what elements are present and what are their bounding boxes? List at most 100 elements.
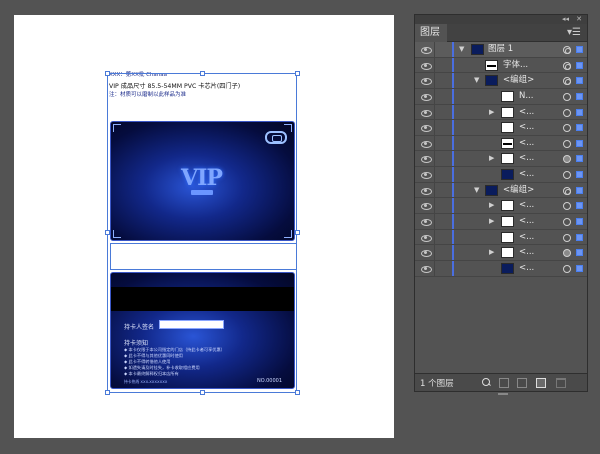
selection-indicator[interactable] xyxy=(576,171,583,179)
target-circle-icon[interactable] xyxy=(563,108,571,117)
lock-column[interactable] xyxy=(434,229,435,245)
resize-handle[interactable] xyxy=(105,71,110,76)
lock-column[interactable] xyxy=(434,167,435,182)
visibility-eye-icon[interactable] xyxy=(420,153,432,164)
lock-column[interactable] xyxy=(434,151,435,167)
target-circle-icon[interactable] xyxy=(563,139,571,148)
panel-menu-icon[interactable]: ▾☰ xyxy=(567,25,581,41)
layer-name[interactable]: N... xyxy=(519,90,533,103)
selection-indicator[interactable] xyxy=(576,202,583,210)
lock-column[interactable] xyxy=(434,135,435,151)
delete-layer-icon[interactable] xyxy=(556,378,566,388)
target-circle-icon[interactable] xyxy=(563,92,571,101)
locate-object-icon[interactable] xyxy=(481,378,491,388)
lock-column[interactable] xyxy=(434,198,435,214)
visibility-eye-icon[interactable] xyxy=(420,44,432,55)
lock-column[interactable] xyxy=(434,260,435,276)
layer-row[interactable]: ▼ 图层 1 xyxy=(415,42,587,58)
visibility-eye-icon[interactable] xyxy=(420,216,432,227)
lock-column[interactable] xyxy=(434,214,435,229)
layer-row[interactable]: <... xyxy=(415,135,587,152)
tab-layers[interactable]: 图层 xyxy=(415,24,447,42)
lock-column[interactable] xyxy=(434,120,435,135)
resize-handle[interactable] xyxy=(295,230,300,235)
selection-indicator[interactable] xyxy=(576,186,583,194)
layer-row[interactable]: 字体... xyxy=(415,57,587,74)
layer-name[interactable]: <... xyxy=(519,199,534,212)
create-new-layer-icon[interactable] xyxy=(536,378,546,388)
close-panel-icon[interactable]: ✕ xyxy=(576,15,582,24)
lock-column[interactable] xyxy=(434,42,435,57)
visibility-eye-icon[interactable] xyxy=(420,169,432,180)
selection-indicator[interactable] xyxy=(576,264,583,272)
resize-handle[interactable] xyxy=(200,390,205,395)
target-circle-icon[interactable] xyxy=(563,233,571,242)
target-circle-icon[interactable] xyxy=(563,61,571,70)
expand-arrow-icon[interactable]: ▶ xyxy=(489,108,494,116)
layer-row[interactable]: <... xyxy=(415,167,587,183)
visibility-eye-icon[interactable] xyxy=(420,263,432,274)
layer-row[interactable]: ▼ <编组> xyxy=(415,73,587,89)
expand-arrow-icon[interactable]: ▼ xyxy=(459,45,464,53)
selection-indicator[interactable] xyxy=(576,249,583,257)
layer-row[interactable]: ▶ <... xyxy=(415,245,587,261)
visibility-eye-icon[interactable] xyxy=(420,185,432,196)
create-sublayer-icon[interactable] xyxy=(517,378,527,388)
selection-indicator[interactable] xyxy=(576,124,583,132)
visibility-eye-icon[interactable] xyxy=(420,200,432,211)
target-circle-icon[interactable] xyxy=(563,186,571,195)
selection-indicator[interactable] xyxy=(576,77,583,85)
target-circle-icon[interactable] xyxy=(563,202,571,211)
lock-column[interactable] xyxy=(434,57,435,73)
layer-row[interactable]: <... xyxy=(415,120,587,136)
target-circle-icon[interactable] xyxy=(563,46,571,54)
visibility-eye-icon[interactable] xyxy=(420,75,432,86)
layer-name[interactable]: <... xyxy=(519,246,534,259)
layer-name[interactable]: 字体... xyxy=(503,59,528,72)
layer-row[interactable]: <... xyxy=(415,229,587,246)
visibility-eye-icon[interactable] xyxy=(420,60,432,71)
selection-indicator[interactable] xyxy=(576,108,583,116)
layer-name[interactable]: <编组> xyxy=(503,184,534,197)
layer-name[interactable]: <... xyxy=(519,152,534,165)
layer-name[interactable]: 图层 1 xyxy=(488,43,513,56)
layer-name[interactable]: <编组> xyxy=(503,74,534,87)
selection-indicator[interactable] xyxy=(576,139,583,147)
visibility-eye-icon[interactable] xyxy=(420,232,432,243)
expand-arrow-icon[interactable]: ▼ xyxy=(474,186,479,194)
lock-column[interactable] xyxy=(434,73,435,88)
visibility-eye-icon[interactable] xyxy=(420,122,432,133)
visibility-eye-icon[interactable] xyxy=(420,138,432,149)
layer-row[interactable]: ▶ <... xyxy=(415,151,587,168)
make-clipping-mask-icon[interactable] xyxy=(499,378,509,388)
selection-indicator[interactable] xyxy=(576,218,583,226)
layer-row[interactable]: <... xyxy=(415,260,587,277)
lock-column[interactable] xyxy=(434,245,435,260)
layer-name[interactable]: <... xyxy=(519,137,534,150)
panel-titlebar[interactable]: ◂◂ ✕ xyxy=(415,15,587,24)
resize-handle[interactable] xyxy=(105,230,110,235)
visibility-eye-icon[interactable] xyxy=(420,91,432,102)
layer-name[interactable]: <... xyxy=(519,106,534,119)
target-circle-icon[interactable] xyxy=(563,124,571,133)
resize-handle[interactable] xyxy=(295,71,300,76)
selection-indicator[interactable] xyxy=(576,61,583,69)
expand-arrow-icon[interactable]: ▶ xyxy=(489,201,494,209)
target-circle-icon[interactable] xyxy=(563,155,571,164)
resize-handle[interactable] xyxy=(200,71,205,76)
expand-arrow-icon[interactable]: ▶ xyxy=(489,248,494,256)
layer-name[interactable]: <... xyxy=(519,121,534,134)
layer-name[interactable]: <... xyxy=(519,168,534,181)
visibility-eye-icon[interactable] xyxy=(420,247,432,258)
expand-arrow-icon[interactable]: ▼ xyxy=(474,76,479,84)
selection-indicator[interactable] xyxy=(576,155,583,163)
expand-arrow-icon[interactable]: ▶ xyxy=(489,217,494,225)
target-circle-icon[interactable] xyxy=(563,218,571,227)
artboard[interactable]: XXX：第XX批 Chanaa VIP 成品尺寸 85.5-54MM PVC 卡… xyxy=(14,15,394,438)
layer-row[interactable]: N... xyxy=(415,88,587,105)
resize-handle[interactable] xyxy=(295,390,300,395)
lock-column[interactable] xyxy=(434,104,435,120)
visibility-eye-icon[interactable] xyxy=(420,107,432,118)
selection-indicator[interactable] xyxy=(576,233,583,241)
layer-row[interactable]: ▶ <... xyxy=(415,198,587,215)
